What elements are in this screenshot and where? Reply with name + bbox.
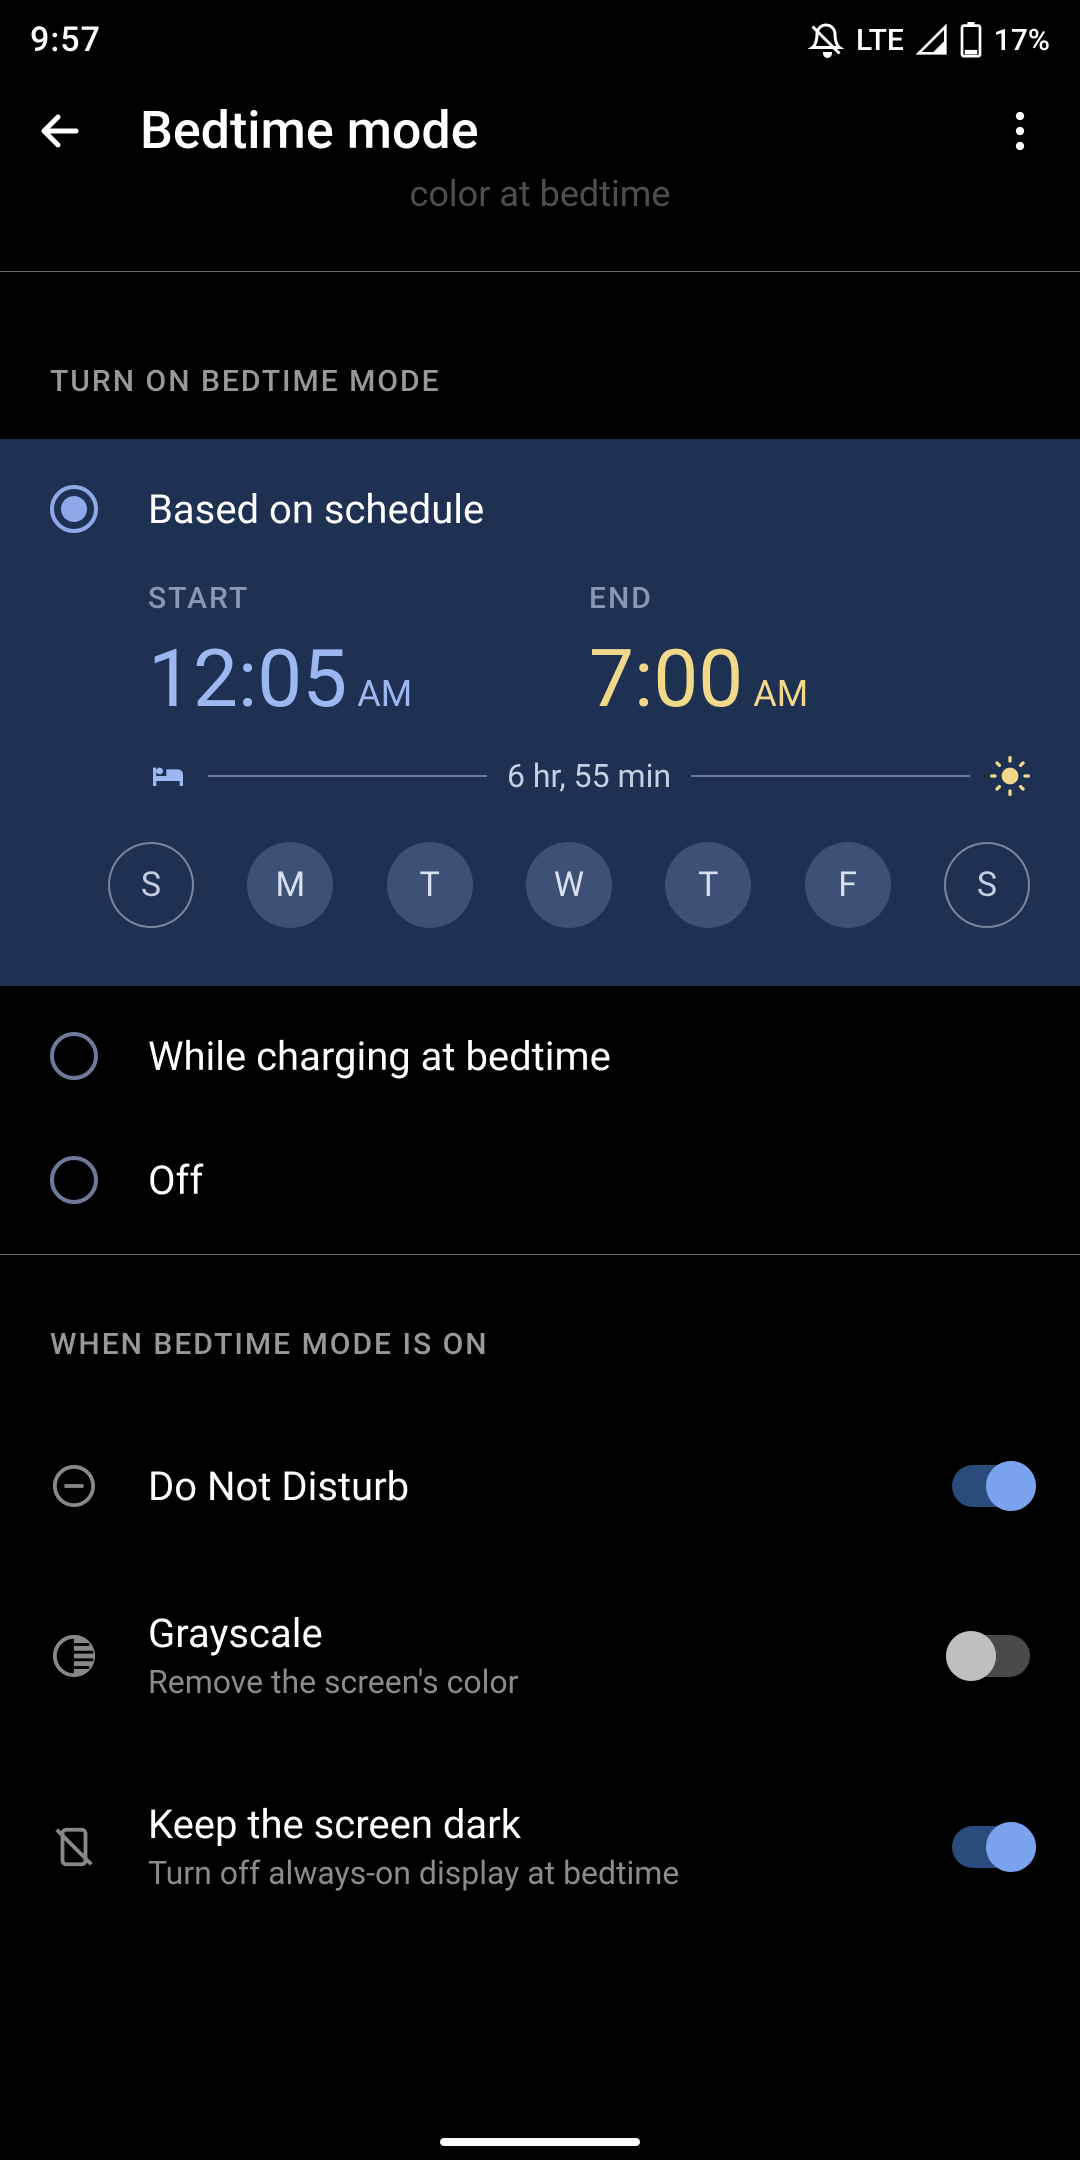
start-time-value: 12:05 <box>148 632 347 726</box>
end-time-picker[interactable]: END 7:00 AM <box>589 581 1030 726</box>
radio-off[interactable] <box>50 1156 98 1204</box>
radio-schedule[interactable] <box>50 485 98 533</box>
battery-icon <box>960 22 982 58</box>
back-button[interactable] <box>30 101 90 161</box>
section-turn-on-label: Turn on Bedtime mode <box>0 272 1080 439</box>
grayscale-icon <box>50 1632 98 1680</box>
day-sat[interactable]: S <box>944 842 1030 928</box>
sun-icon <box>990 756 1030 796</box>
day-wed[interactable]: W <box>526 842 612 928</box>
status-bar: 9:57 LTE 17% <box>0 0 1080 70</box>
start-ampm: AM <box>357 673 412 715</box>
day-sun[interactable]: S <box>108 842 194 928</box>
mode-option-charging[interactable]: While charging at bedtime <box>0 986 1080 1126</box>
page-title: Bedtime mode <box>140 100 940 161</box>
end-time-value: 7:00 <box>589 632 743 726</box>
duration-text: 6 hr, 55 min <box>507 757 671 795</box>
toggle-screen-dark[interactable] <box>952 1826 1030 1868</box>
end-ampm: AM <box>753 673 808 715</box>
dnd-off-icon <box>808 22 844 58</box>
start-label: START <box>148 581 589 616</box>
mode-option-off[interactable]: Off <box>0 1126 1080 1250</box>
duration-row: 6 hr, 55 min <box>50 726 1030 796</box>
toggle-grayscale[interactable] <box>952 1635 1030 1677</box>
option-grayscale[interactable]: Grayscale Remove the screen's color <box>0 1560 1080 1751</box>
option-screen-dark-title: Keep the screen dark <box>148 1801 902 1848</box>
option-dnd-title: Do Not Disturb <box>148 1463 902 1510</box>
more-button[interactable] <box>990 101 1050 161</box>
scrolled-hint-text: color at bedtime <box>0 173 1080 223</box>
days-row: S M T W T F S <box>50 796 1030 928</box>
radio-charging[interactable] <box>50 1032 98 1080</box>
start-time-picker[interactable]: START 12:05 AM <box>148 581 589 726</box>
day-thu[interactable]: T <box>665 842 751 928</box>
toggle-dnd[interactable] <box>952 1465 1030 1507</box>
option-screen-dark-sub: Turn off always-on display at bedtime <box>148 1848 902 1892</box>
section-when-on-label: When Bedtime mode is on <box>0 1255 1080 1402</box>
day-mon[interactable]: M <box>247 842 333 928</box>
radio-off-label: Off <box>148 1157 203 1204</box>
option-dnd[interactable]: Do Not Disturb <box>0 1412 1080 1560</box>
status-right: LTE 17% <box>808 22 1050 58</box>
day-fri[interactable]: F <box>805 842 891 928</box>
mode-option-schedule[interactable]: Based on schedule START 12:05 AM END 7:0… <box>0 439 1080 986</box>
day-tue[interactable]: T <box>387 842 473 928</box>
radio-charging-label: While charging at bedtime <box>148 1033 611 1080</box>
option-screen-dark[interactable]: Keep the screen dark Turn off always-on … <box>0 1751 1080 1942</box>
status-time: 9:57 <box>30 20 101 60</box>
nav-handle[interactable] <box>440 2138 640 2146</box>
battery-pct: 17% <box>994 23 1050 58</box>
option-grayscale-sub: Remove the screen's color <box>148 1657 902 1701</box>
radio-schedule-label: Based on schedule <box>148 486 484 533</box>
bed-icon <box>148 756 188 796</box>
network-type: LTE <box>856 23 904 58</box>
screen-off-icon <box>50 1823 98 1871</box>
dnd-icon <box>50 1462 98 1510</box>
end-label: END <box>589 581 1030 616</box>
signal-icon <box>916 24 948 56</box>
option-grayscale-title: Grayscale <box>148 1610 902 1657</box>
